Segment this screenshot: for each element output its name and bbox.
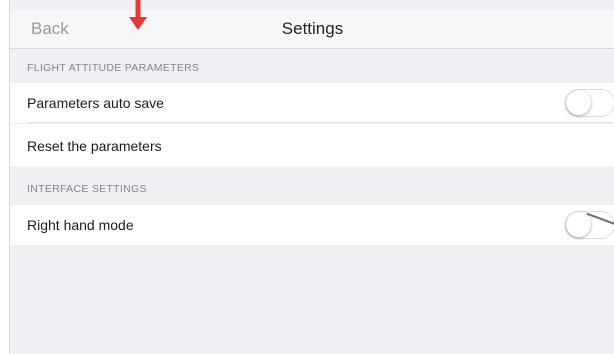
section-header-interface: INTERFACE SETTINGS bbox=[27, 183, 147, 195]
reset-parameters-row[interactable]: Reset the parameters bbox=[10, 124, 614, 166]
right-hand-mode-row: Right hand mode bbox=[10, 205, 614, 245]
page-title: Settings bbox=[281, 19, 344, 38]
toggle-knob bbox=[566, 212, 591, 237]
section-header-flight: FLIGHT ATTITUDE PARAMETERS bbox=[27, 62, 200, 74]
auto-save-toggle[interactable] bbox=[565, 89, 614, 117]
right-hand-mode-label: Right hand mode bbox=[27, 217, 134, 233]
settings-screen: Back Settings FLIGHT ATTITUDE PARAMETERS… bbox=[9, 0, 614, 354]
toggle-knob bbox=[566, 90, 591, 115]
annotation-arrow-icon bbox=[129, 0, 147, 30]
reset-parameters-label: Reset the parameters bbox=[27, 138, 162, 154]
row-separator bbox=[27, 122, 614, 123]
auto-save-label: Parameters auto save bbox=[27, 95, 164, 111]
navigation-bar: Back Settings bbox=[10, 10, 614, 49]
auto-save-row: Parameters auto save bbox=[10, 83, 614, 123]
